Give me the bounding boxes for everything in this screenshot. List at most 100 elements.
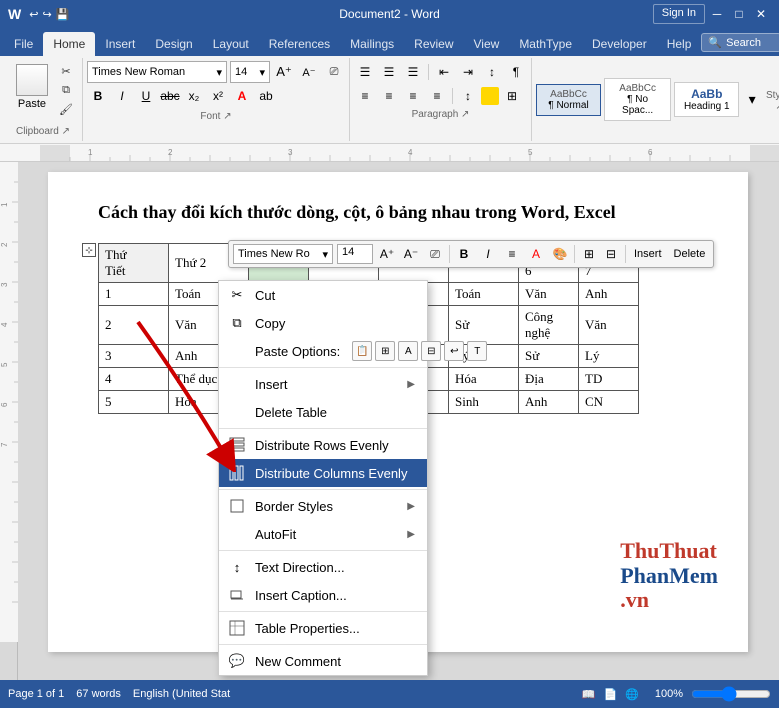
ctx-insert-caption[interactable]: Insert Caption... [219, 581, 427, 609]
table-cell[interactable]: ThứTiết [99, 244, 169, 283]
bold-button[interactable]: B [87, 85, 109, 107]
increase-indent-btn[interactable]: ⇥ [457, 61, 479, 83]
table-cell[interactable]: Sử [519, 345, 579, 368]
paste-plain[interactable]: T [467, 341, 487, 361]
ctx-cut[interactable]: ✂ Cut [219, 281, 427, 309]
table-cell[interactable]: 5 [99, 391, 169, 414]
shading-btn[interactable] [481, 87, 499, 105]
table-cell[interactable]: 2 [99, 306, 169, 345]
decrease-indent-btn[interactable]: ⇤ [433, 61, 455, 83]
font-name-dropdown[interactable]: Times New Roman ▾ [87, 61, 227, 83]
tab-layout[interactable]: Layout [203, 32, 259, 56]
superscript-btn[interactable]: x² [207, 85, 229, 107]
ft-highlight-btn[interactable]: 🎨 [550, 244, 570, 264]
tab-home[interactable]: Home [43, 32, 95, 56]
ctx-delete-table[interactable]: Delete Table [219, 398, 427, 426]
font-color-btn[interactable]: A [231, 85, 253, 107]
zoom-slider[interactable] [691, 688, 771, 700]
bullets-btn[interactable]: ☰ [354, 61, 376, 83]
ft-bold-btn[interactable]: B [454, 244, 474, 264]
ctx-table-props[interactable]: Table Properties... [219, 614, 427, 642]
borders-btn[interactable]: ⊞ [501, 85, 523, 107]
font-size-dropdown[interactable]: 14 ▾ [230, 61, 270, 83]
ft-font-dropdown[interactable]: Times New Ro ▾ [233, 244, 333, 264]
ft-italic-btn[interactable]: I [478, 244, 498, 264]
tab-references[interactable]: References [259, 32, 340, 56]
table-move-handle[interactable]: ⊹ [82, 243, 96, 257]
table-cell[interactable]: Địa [519, 368, 579, 391]
table-cell[interactable]: TD [579, 368, 639, 391]
tab-mathtype[interactable]: MathType [509, 32, 582, 56]
view-web-btn[interactable]: 🌐 [625, 688, 639, 701]
align-center-btn[interactable]: ≡ [378, 85, 400, 107]
table-cell[interactable]: CN [579, 391, 639, 414]
ft-color-btn[interactable]: A [526, 244, 546, 264]
sign-in-btn[interactable]: Sign In [653, 4, 705, 24]
italic-button[interactable]: I [111, 85, 133, 107]
paste-keep-text[interactable]: A [398, 341, 418, 361]
copy-button[interactable]: ⧉ [56, 81, 76, 99]
table-cell[interactable]: Hóa [449, 368, 519, 391]
close-btn[interactable]: ✕ [751, 4, 771, 24]
paste-button[interactable]: Paste [10, 62, 54, 112]
show-marks-btn[interactable]: ¶ [505, 61, 527, 83]
align-left-btn[interactable]: ≡ [354, 85, 376, 107]
paste-keep-src[interactable]: 📋 [352, 341, 372, 361]
cut-button[interactable]: ✂ [56, 62, 76, 80]
table-cell[interactable]: Côngnghệ [519, 306, 579, 345]
tab-insert[interactable]: Insert [95, 32, 145, 56]
table-cell[interactable]: Văn [519, 283, 579, 306]
paste-merge-fmt[interactable]: ⊞ [375, 341, 395, 361]
quick-access-save[interactable]: 💾 [56, 8, 70, 21]
tab-developer[interactable]: Developer [582, 32, 657, 56]
view-print-btn[interactable]: 📄 [603, 688, 617, 701]
table-cell[interactable]: Văn [579, 306, 639, 345]
clear-format-btn[interactable]: ⎚ [323, 61, 345, 83]
multilevel-btn[interactable]: ☰ [402, 61, 424, 83]
ctx-new-comment[interactable]: 💬 New Comment [219, 647, 427, 675]
ctx-copy[interactable]: ⧉ Copy [219, 309, 427, 337]
ctx-distribute-rows[interactable]: Distribute Rows Evenly [219, 431, 427, 459]
minimize-btn[interactable]: ─ [707, 4, 727, 24]
tab-view[interactable]: View [464, 32, 510, 56]
search-box[interactable]: 🔍 Search [701, 33, 779, 52]
ft-table-grid-btn[interactable]: ⊞ [579, 244, 599, 264]
table-cell[interactable]: 4 [99, 368, 169, 391]
maximize-btn[interactable]: □ [729, 4, 749, 24]
ft-delete-label[interactable]: Delete [670, 246, 710, 262]
table-cell[interactable]: Anh [519, 391, 579, 414]
table-cell[interactable]: Anh [579, 283, 639, 306]
align-right-btn[interactable]: ≡ [402, 85, 424, 107]
underline-button[interactable]: U [135, 85, 157, 107]
quick-access-redo[interactable]: ↪ [42, 8, 51, 21]
justify-btn[interactable]: ≡ [426, 85, 448, 107]
line-spacing-btn[interactable]: ↕ [457, 85, 479, 107]
highlight-btn[interactable]: ab [255, 85, 277, 107]
subscript-btn[interactable]: x₂ [183, 85, 205, 107]
ctx-border-styles[interactable]: Border Styles ▶ [219, 492, 427, 520]
ft-decrease-btn[interactable]: A⁻ [401, 244, 421, 264]
ft-format-btn[interactable]: ⎚ [425, 244, 445, 264]
ft-insert-label[interactable]: Insert [630, 246, 666, 262]
view-read-btn[interactable]: 📖 [582, 688, 596, 701]
style-heading-btn[interactable]: AaBb Heading 1 [674, 82, 739, 117]
tab-file[interactable]: File [4, 32, 43, 56]
table-cell[interactable]: Lý [579, 345, 639, 368]
table-cell[interactable]: Toán [449, 283, 519, 306]
sort-btn[interactable]: ↕ [481, 61, 503, 83]
increase-font-btn[interactable]: A⁺ [273, 61, 295, 83]
ft-increase-btn[interactable]: A⁺ [377, 244, 397, 264]
tab-review[interactable]: Review [404, 32, 463, 56]
style-nospace-btn[interactable]: AaBbCc ¶ No Spac... [604, 78, 671, 121]
table-cell[interactable]: Sử [449, 306, 519, 345]
table-cell[interactable]: 1 [99, 283, 169, 306]
paste-nest-tbl[interactable]: ⊟ [421, 341, 441, 361]
ctx-insert[interactable]: Insert ▶ [219, 370, 427, 398]
quick-access-undo[interactable]: ↩ [29, 8, 38, 21]
ft-align-btn[interactable]: ≡ [502, 244, 522, 264]
numbering-btn[interactable]: ☰ [378, 61, 400, 83]
paste-overwrite[interactable]: ↩ [444, 341, 464, 361]
format-painter-button[interactable]: 🖌 [56, 100, 76, 118]
decrease-font-btn[interactable]: A⁻ [298, 61, 320, 83]
table-cell[interactable]: Sinh [449, 391, 519, 414]
